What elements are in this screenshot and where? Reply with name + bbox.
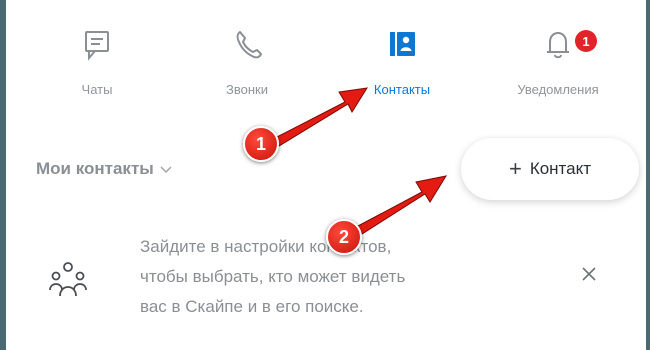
annotation-arrows <box>274 87 448 235</box>
annotation-marker-2: 2 <box>326 219 362 255</box>
annotation-arrow-1 <box>274 87 368 147</box>
annotation-arrow-2 <box>357 175 448 235</box>
annotation-marker-1: 1 <box>243 126 279 162</box>
